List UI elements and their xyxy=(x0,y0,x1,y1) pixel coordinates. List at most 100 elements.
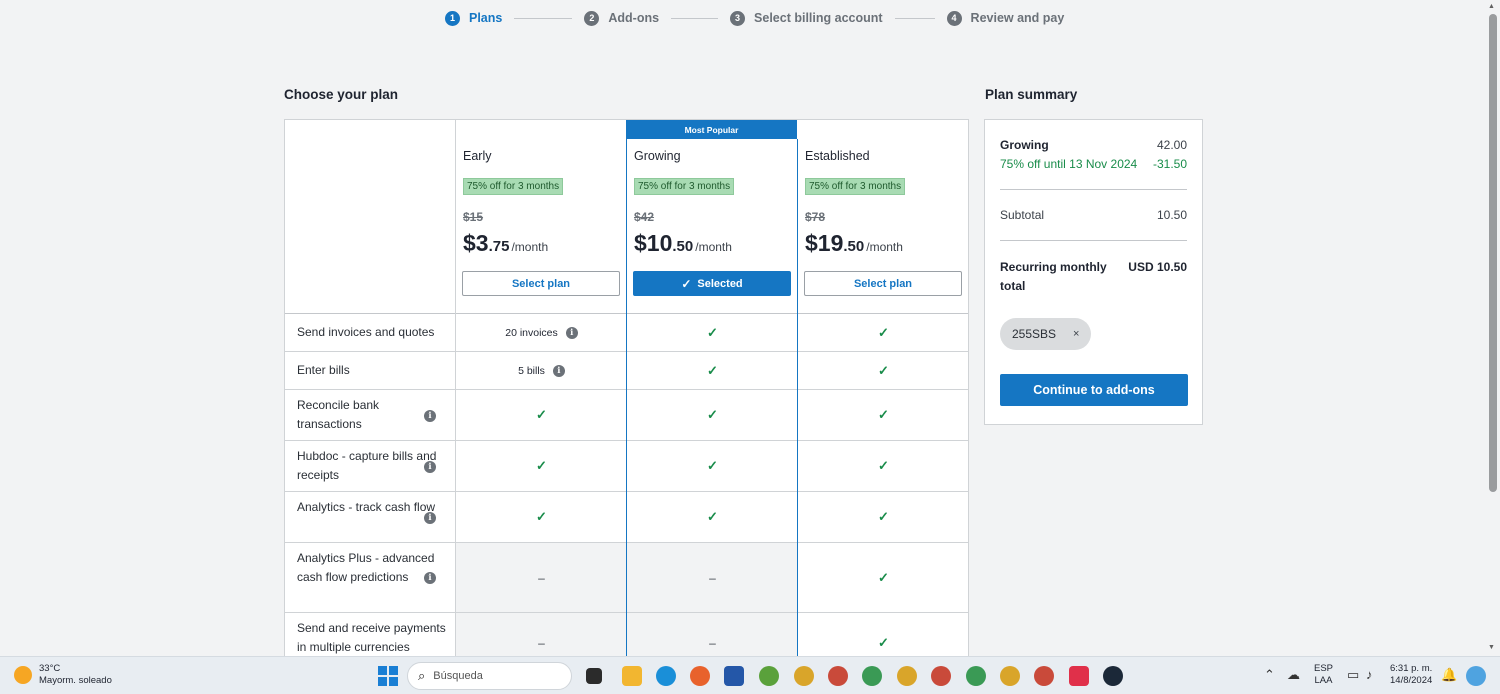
chrome-profile-icon[interactable] xyxy=(966,666,986,686)
step-connector xyxy=(894,17,935,19)
language-indicator[interactable]: ESP LAA xyxy=(1314,663,1333,687)
scrollbar-thumb[interactable] xyxy=(1489,14,1497,492)
scroll-down-arrow-icon[interactable]: ▼ xyxy=(1488,644,1495,651)
step-label: Add-ons xyxy=(608,11,660,25)
notification-bell-icon[interactable]: 🔔 xyxy=(1441,667,1457,683)
feature-cell-growing: ✓ xyxy=(627,390,798,440)
language-code: ESP xyxy=(1314,663,1334,674)
plan-comparison-table: Most Popular Early 75% off for 3 months … xyxy=(284,119,969,659)
check-icon: ✓ xyxy=(707,324,718,340)
weather-widget[interactable]: 33°C Mayorm. soleado xyxy=(14,663,112,687)
recurring-total-amount: USD 10.50 xyxy=(1128,260,1187,274)
feature-cell-established: ✓ xyxy=(798,613,968,659)
plan-card-established: Established 75% off for 3 months $78 $19… xyxy=(798,120,968,313)
feature-row: Enter bills 5 bills i ✓ ✓ xyxy=(285,352,968,390)
price-cents: .50 xyxy=(843,238,865,255)
remove-promo-icon[interactable]: × xyxy=(1073,328,1079,340)
edge-browser-icon[interactable] xyxy=(656,666,676,686)
feature-cell-established: ✓ xyxy=(798,441,968,491)
file-explorer-icon[interactable] xyxy=(622,666,642,686)
app-icon[interactable] xyxy=(1069,666,1089,686)
step-billing-account[interactable]: 3 Select billing account xyxy=(730,10,883,26)
chrome-profile-icon[interactable] xyxy=(862,666,882,686)
step-add-ons[interactable]: 2 Add-ons xyxy=(584,10,660,26)
utorrent-icon[interactable] xyxy=(759,666,779,686)
info-icon[interactable]: i xyxy=(552,364,565,377)
feature-label: Enter bills xyxy=(297,363,350,377)
step-plans[interactable]: 1 Plans xyxy=(445,10,502,26)
chrome-profile-icon[interactable] xyxy=(897,666,917,686)
check-icon: ✓ xyxy=(878,407,889,422)
select-plan-early-button[interactable]: Select plan xyxy=(462,271,620,296)
column-divider xyxy=(455,120,456,659)
info-icon[interactable]: i xyxy=(424,409,436,422)
firefox-icon[interactable] xyxy=(690,666,710,686)
check-icon: ✓ xyxy=(536,509,547,524)
clock-date: 14/8/2024 xyxy=(1390,675,1433,686)
feature-cell-established: ✓ xyxy=(798,352,968,389)
chrome-profile-icon[interactable] xyxy=(794,666,814,686)
info-icon[interactable]: i xyxy=(565,326,578,339)
price-cents: .75 xyxy=(488,238,510,255)
clock[interactable]: 6:31 p. m. 14/8/2024 xyxy=(1390,663,1432,687)
info-icon[interactable]: i xyxy=(424,511,436,524)
recurring-total-label: Recurring monthly total xyxy=(1000,258,1107,296)
clock-time: 6:31 p. m. xyxy=(1390,663,1433,674)
plan-card-early: Early 75% off for 3 months $15 $3.75/mon… xyxy=(456,120,627,313)
summary-plan-name: Growing xyxy=(1000,138,1049,152)
discount-amount: -31.50 xyxy=(1152,157,1187,171)
network-icon[interactable]: ▭ xyxy=(1347,667,1359,683)
discounted-price: $3.75/month xyxy=(463,230,548,257)
step-number: 1 xyxy=(445,10,460,26)
chrome-profile-icon[interactable] xyxy=(931,666,951,686)
column-divider xyxy=(626,139,627,659)
info-icon[interactable]: i xyxy=(424,572,436,584)
discounted-price: $10.50/month xyxy=(634,230,732,257)
copilot-icon[interactable] xyxy=(1466,666,1486,686)
volume-icon[interactable]: ♪ xyxy=(1366,667,1373,682)
selected-plan-growing-button[interactable]: ✓ Selected xyxy=(633,271,791,296)
chrome-profile-icon[interactable] xyxy=(828,666,848,686)
feature-cell-early: 20 invoices i xyxy=(456,314,627,351)
keyboard-layout: LAA xyxy=(1314,675,1333,686)
step-number: 3 xyxy=(730,10,746,26)
info-icon[interactable]: i xyxy=(424,460,436,473)
search-placeholder: Búsqueda xyxy=(433,670,483,682)
subtotal-amount: 10.50 xyxy=(1156,208,1187,222)
task-view-icon[interactable] xyxy=(586,668,602,684)
weather-sun-icon xyxy=(14,666,32,684)
check-icon: ✓ xyxy=(707,509,718,524)
feature-cell-established: ✓ xyxy=(798,390,968,440)
summary-plan-row: Growing 42.00 xyxy=(1000,138,1187,152)
check-icon: ✓ xyxy=(707,458,718,473)
feature-cell-early: – xyxy=(456,613,627,659)
chevron-up-icon[interactable]: ⌃ xyxy=(1264,667,1275,683)
feature-cell-growing: ✓ xyxy=(627,314,798,351)
continue-to-add-ons-button[interactable]: Continue to add-ons xyxy=(1000,374,1188,406)
chrome-profile-icon[interactable] xyxy=(1034,666,1054,686)
price-dollars: $3 xyxy=(463,230,489,256)
step-review-and-pay[interactable]: 4 Review and pay xyxy=(946,10,1064,26)
feature-cell-growing: ✓ xyxy=(627,352,798,389)
not-included-icon: – xyxy=(538,570,545,585)
step-label: Select billing account xyxy=(754,11,883,25)
step-connector xyxy=(671,17,719,19)
choose-plan-title: Choose your plan xyxy=(284,87,399,102)
promo-badge: 75% off for 3 months xyxy=(634,178,735,195)
page-scrollbar[interactable]: ▲ ▼ xyxy=(1485,0,1500,656)
taskbar-search[interactable]: ⌕ Búsqueda xyxy=(407,662,572,690)
windows-start-icon[interactable] xyxy=(378,666,398,686)
cloud-icon[interactable]: ☁ xyxy=(1287,667,1300,683)
price-period: /month xyxy=(695,240,732,254)
scroll-up-arrow-icon[interactable]: ▲ xyxy=(1488,3,1495,10)
store-icon[interactable] xyxy=(724,666,744,686)
price-period: /month xyxy=(511,240,549,254)
weather-temperature: 33°C xyxy=(39,663,61,674)
feature-cell-early: ✓ xyxy=(456,390,627,440)
steam-icon[interactable] xyxy=(1103,666,1123,686)
select-plan-established-button[interactable]: Select plan xyxy=(804,271,962,296)
not-included-icon: – xyxy=(709,635,716,650)
summary-divider xyxy=(1000,240,1187,241)
chrome-profile-icon[interactable] xyxy=(1000,666,1020,686)
check-icon: ✓ xyxy=(681,276,692,291)
